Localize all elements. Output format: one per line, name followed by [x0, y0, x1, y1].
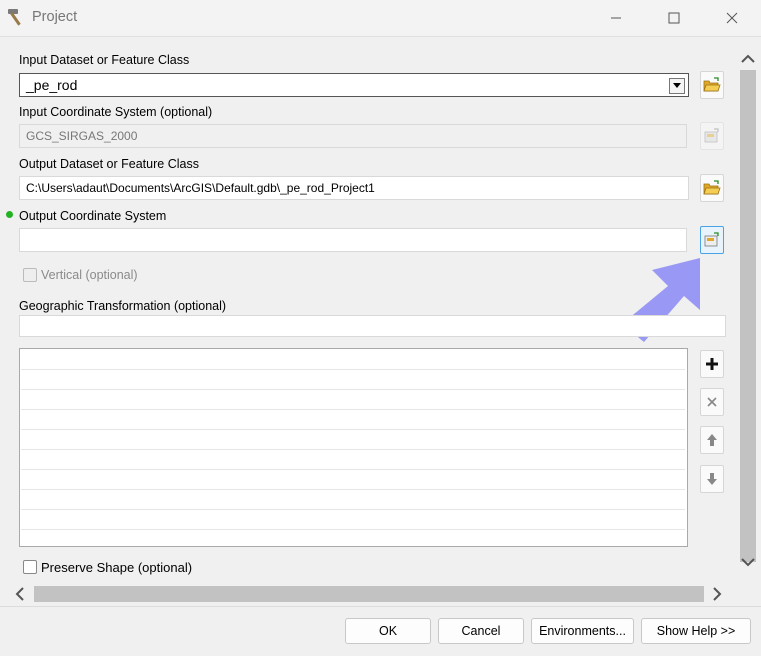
chevron-down-icon: [673, 83, 681, 88]
move-down-icon: [707, 473, 717, 485]
move-up-icon: [707, 434, 717, 446]
move-down-button[interactable]: [700, 465, 724, 493]
output-coord-label: Output Coordinate System: [19, 209, 167, 223]
properties-icon: [704, 232, 719, 247]
input-coord-label: Input Coordinate System (optional): [19, 105, 213, 119]
input-coord-properties-button: [700, 122, 724, 150]
list-gridline: [21, 429, 685, 430]
properties-icon: [704, 128, 719, 143]
window-title: Project: [32, 9, 78, 25]
maximize-icon: [668, 12, 680, 24]
vertical-scrollbar[interactable]: [737, 50, 759, 575]
transformation-list[interactable]: [19, 348, 688, 547]
minimize-icon: [611, 17, 621, 19]
dropdown-button[interactable]: [669, 78, 685, 94]
close-icon: [726, 12, 738, 24]
input-coord-field: GCS_SIRGAS_2000: [19, 124, 687, 148]
geo-transform-label: Geographic Transformation (optional): [19, 299, 227, 313]
show-help-button[interactable]: Show Help >>: [641, 618, 751, 644]
geo-transform-field[interactable]: [19, 315, 726, 337]
required-indicator-dot: [6, 211, 13, 218]
input-dataset-combobox[interactable]: _pe_rod: [19, 73, 689, 97]
input-dataset-value: _pe_rod: [26, 77, 78, 93]
list-gridline: [21, 389, 685, 390]
vertical-label: Vertical (optional): [41, 268, 138, 282]
maximize-button[interactable]: [645, 0, 703, 36]
open-folder-icon: [703, 180, 721, 195]
chevron-right-icon[interactable]: [712, 587, 722, 601]
remove-icon: [707, 397, 717, 407]
chevron-down-icon[interactable]: [741, 557, 755, 567]
list-gridline: [21, 529, 685, 530]
browse-output-dataset-button[interactable]: [700, 174, 724, 202]
vertical-checkbox: [23, 268, 37, 282]
chevron-up-icon[interactable]: [741, 54, 755, 64]
add-icon: [706, 358, 718, 370]
open-folder-icon: [703, 77, 721, 92]
list-gridline: [21, 369, 685, 370]
list-gridline: [21, 489, 685, 490]
move-up-button[interactable]: [700, 426, 724, 454]
output-dataset-label: Output Dataset or Feature Class: [19, 157, 199, 171]
footer-divider: [0, 606, 761, 607]
minimize-button[interactable]: [587, 0, 645, 36]
input-dataset-label: Input Dataset or Feature Class: [19, 53, 190, 67]
list-gridline: [21, 509, 685, 510]
environments-button[interactable]: Environments...: [531, 618, 634, 644]
remove-button[interactable]: [700, 388, 724, 416]
horizontal-scroll-thumb[interactable]: [34, 586, 704, 602]
hammer-icon: [8, 9, 21, 26]
horizontal-scrollbar[interactable]: [12, 584, 728, 604]
output-coord-properties-button[interactable]: [700, 226, 724, 254]
output-dataset-field[interactable]: C:\Users\adaut\Documents\ArcGIS\Default.…: [19, 176, 689, 200]
list-gridline: [21, 469, 685, 470]
title-bar: Project: [0, 0, 761, 37]
list-gridline: [21, 409, 685, 410]
input-coord-value: GCS_SIRGAS_2000: [26, 129, 138, 143]
vertical-scroll-thumb[interactable]: [740, 70, 756, 562]
preserve-shape-checkbox[interactable]: [23, 560, 37, 574]
ok-button[interactable]: OK: [345, 618, 431, 644]
add-button[interactable]: [700, 350, 724, 378]
output-coord-field[interactable]: [19, 228, 687, 252]
browse-input-dataset-button[interactable]: [700, 71, 724, 99]
preserve-shape-label: Preserve Shape (optional): [41, 560, 193, 575]
output-dataset-value: C:\Users\adaut\Documents\ArcGIS\Default.…: [26, 181, 375, 195]
list-gridline: [21, 449, 685, 450]
close-button[interactable]: [703, 0, 761, 36]
chevron-left-icon[interactable]: [15, 587, 25, 601]
cancel-button[interactable]: Cancel: [438, 618, 524, 644]
